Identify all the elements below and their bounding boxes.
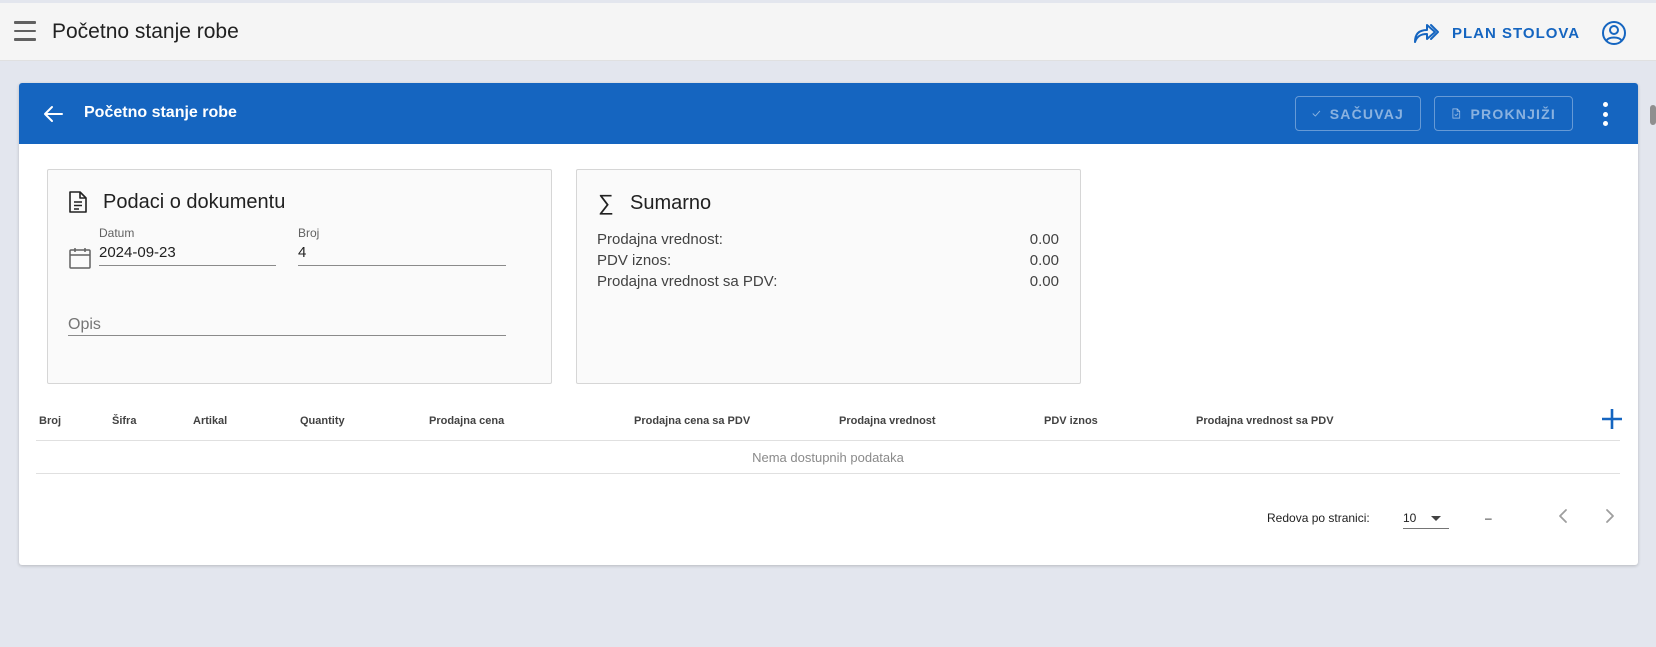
app-title: Početno stanje robe [52, 20, 239, 43]
number-label: Broj [298, 226, 320, 240]
rows-per-page-label: Redova po stranici: [1267, 511, 1370, 525]
empty-table-message: Nema dostupnih podataka [36, 441, 1620, 474]
date-input[interactable]: 2024-09-23 [99, 244, 176, 261]
column-header[interactable]: Prodajna cena [429, 415, 504, 427]
post-button[interactable]: PROKNJIŽI [1434, 96, 1573, 131]
document-info-title: Podaci o dokumentu [103, 190, 286, 213]
hamburger-menu-icon[interactable] [14, 21, 36, 41]
calendar-icon[interactable] [68, 246, 92, 270]
plan-stolova-button[interactable]: PLAN STOLOVA [1412, 20, 1580, 46]
account-circle-icon[interactable] [1601, 20, 1627, 46]
column-header[interactable]: PDV iznos [1044, 415, 1098, 427]
plan-stolova-label: PLAN STOLOVA [1452, 24, 1581, 42]
summary-title: Sumarno [630, 191, 712, 214]
scrollbar-thumb[interactable] [1650, 105, 1656, 125]
summary-row-label: Prodajna vrednost sa PDV: [597, 273, 778, 290]
app-bar: Početno stanje robe PLAN STOLOVA [0, 3, 1656, 61]
toolbar-title: Početno stanje robe [84, 104, 237, 121]
column-header[interactable]: Quantity [300, 415, 345, 427]
share-arrow-icon [1414, 24, 1439, 43]
document-icon [69, 191, 87, 213]
summary-row-value: 0.00 [1029, 252, 1059, 269]
add-icon[interactable] [1599, 406, 1625, 432]
more-vertical-icon[interactable] [1602, 102, 1608, 126]
summary-heading: ∑ Sumarno [596, 190, 711, 216]
summary-row-value: 0.00 [1029, 231, 1059, 248]
description-input[interactable]: Opis [68, 316, 101, 334]
summary-row: PDV iznos: 0.00 [597, 252, 1059, 269]
summary-row-label: PDV iznos: [597, 252, 672, 269]
summary-row: Prodajna vrednost: 0.00 [597, 231, 1059, 248]
post-label: PROKNJIŽI [1470, 105, 1556, 122]
rows-per-page-value: 10 [1403, 511, 1417, 525]
rows-per-page-select[interactable]: 10 [1403, 503, 1449, 529]
number-underline [298, 265, 506, 266]
column-header[interactable]: Prodajna vrednost sa PDV [1196, 415, 1334, 427]
summary-row: Prodajna vrednost sa PDV: 0.00 [597, 273, 1059, 290]
save-label: SAČUVAJ [1329, 105, 1404, 122]
sigma-icon: ∑ [598, 190, 614, 215]
check-icon [1312, 110, 1321, 117]
document-check-icon [1452, 108, 1461, 119]
back-arrow-icon[interactable] [41, 102, 65, 126]
summary-row-label: Prodajna vrednost: [597, 231, 723, 248]
document-info-heading: Podaci o dokumentu [67, 190, 285, 214]
items-table-header: Broj Šifra Artikal Quantity Prodajna cen… [36, 401, 1622, 441]
save-button[interactable]: SAČUVAJ [1295, 96, 1421, 131]
previous-page-icon[interactable] [1551, 504, 1575, 528]
description-underline [68, 335, 506, 336]
next-page-icon[interactable] [1598, 504, 1622, 528]
column-header[interactable]: Šifra [112, 415, 136, 427]
document-toolbar: Početno stanje robe SAČUVAJ PROKNJIŽI [19, 83, 1638, 144]
document-card: Početno stanje robe SAČUVAJ PROKNJIŽI Po… [19, 83, 1638, 565]
page-range: – [1485, 511, 1492, 525]
date-label: Datum [99, 226, 135, 240]
summary-row-value: 0.00 [1029, 273, 1059, 290]
column-header[interactable]: Broj [39, 415, 61, 427]
summary-panel: ∑ Sumarno Prodajna vrednost: 0.00 PDV iz… [576, 169, 1081, 384]
document-info-panel: Podaci o dokumentu Datum 2024-09-23 Broj… [47, 169, 552, 384]
column-header[interactable]: Prodajna cena sa PDV [634, 415, 750, 427]
column-header[interactable]: Artikal [193, 415, 227, 427]
date-underline [99, 265, 276, 266]
dropdown-caret-icon [1431, 516, 1441, 521]
column-header[interactable]: Prodajna vrednost [839, 415, 936, 427]
number-input[interactable]: 4 [298, 244, 306, 261]
